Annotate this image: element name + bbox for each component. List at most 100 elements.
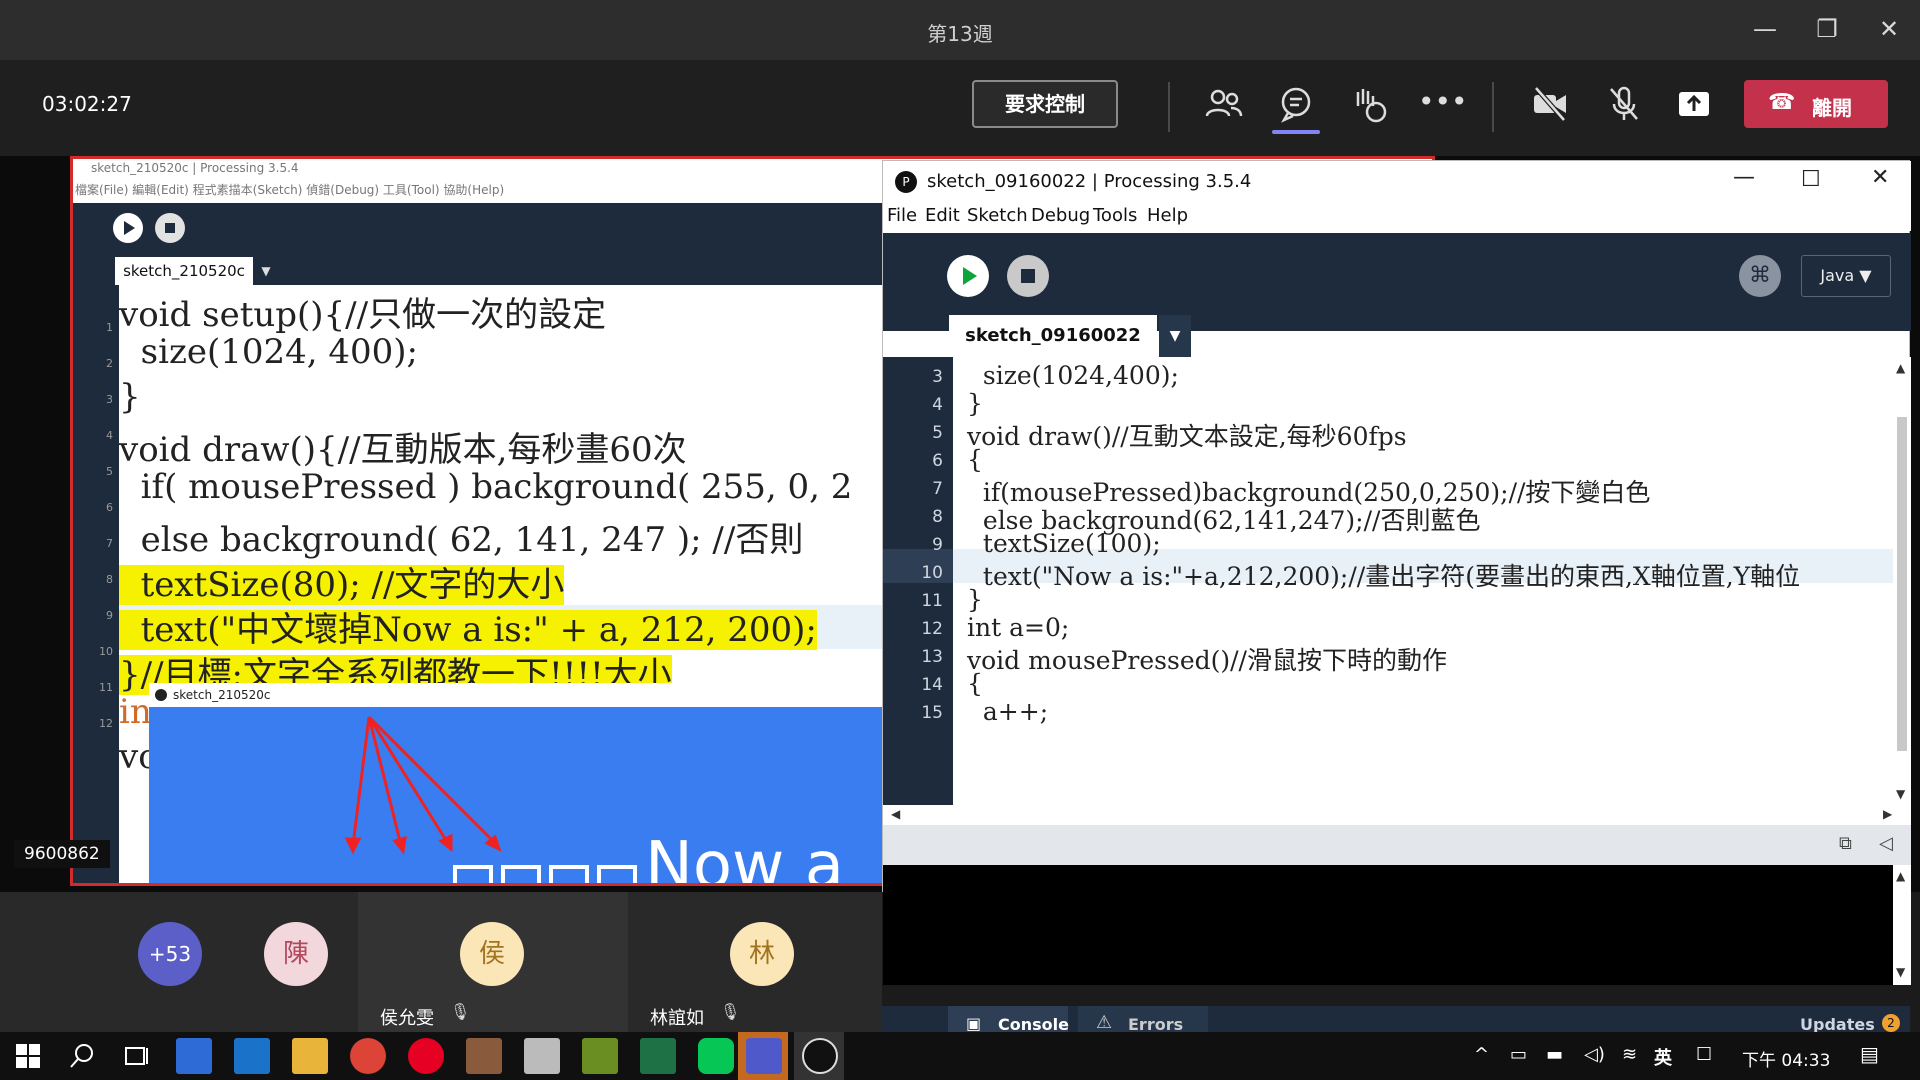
- scroll-right-icon[interactable]: ▶: [1883, 807, 1892, 821]
- stop-icon: [1021, 269, 1035, 283]
- close-icon[interactable]: ✕: [1871, 165, 1889, 190]
- pinterest-icon[interactable]: [408, 1038, 444, 1074]
- menu-tools[interactable]: Tools: [1093, 205, 1137, 226]
- sketch-tab[interactable]: sketch_09160022: [949, 315, 1157, 357]
- menu-edit[interactable]: Edit: [925, 205, 960, 226]
- share-tray-icon[interactable]: [1672, 82, 1716, 126]
- highlighted-code: textSize(80); //文字的大小: [119, 565, 565, 605]
- shared-tab-menu-icon: ▼: [253, 257, 279, 285]
- participant-name: 侯允雯: [380, 1008, 434, 1029]
- processing-icon[interactable]: [802, 1038, 838, 1074]
- menu-debug[interactable]: Debug: [1031, 205, 1090, 226]
- excel-icon[interactable]: [640, 1038, 676, 1074]
- toolbar-divider: [1168, 82, 1170, 132]
- scroll-up-icon[interactable]: ▲: [1896, 869, 1905, 883]
- mic-muted-icon[interactable]: [1602, 82, 1646, 126]
- chrome-icon[interactable]: [350, 1038, 386, 1074]
- editor-horizontal-scrollbar[interactable]: ◀ ▶: [883, 805, 1911, 825]
- minecraft-icon[interactable]: [582, 1038, 618, 1074]
- warning-icon: ⚠: [1096, 1012, 1113, 1033]
- mic-muted-icon: 🎙: [720, 1002, 741, 1021]
- code-line: }: [967, 389, 983, 418]
- meeting-toolbar: 03:02:27 要求控制 ••• ☎ 離開: [0, 60, 1920, 156]
- line-number: 8: [106, 573, 113, 586]
- scroll-left-icon[interactable]: ◀: [891, 807, 900, 821]
- scroll-up-icon[interactable]: ▲: [1896, 361, 1905, 375]
- code-line: {: [967, 445, 983, 474]
- mic-muted-icon: 🎙: [450, 1002, 471, 1021]
- code-line: int a=0;: [967, 613, 1070, 642]
- stop-button[interactable]: [1007, 255, 1049, 297]
- code-line: void mousePressed()//滑鼠按下時的動作: [967, 646, 1447, 675]
- ime-indicator[interactable]: 英: [1654, 1044, 1672, 1070]
- annotation-arrows: [344, 715, 502, 855]
- volume-icon[interactable]: ◁): [1584, 1044, 1605, 1065]
- file-explorer-icon[interactable]: [292, 1038, 328, 1074]
- editor-vertical-scrollbar[interactable]: ▲ ▼: [1893, 357, 1911, 805]
- code-editor[interactable]: size(1024,400); } void draw()//互動文本設定,每秒…: [953, 357, 1893, 805]
- tab-menu-icon[interactable]: ▼: [1159, 315, 1191, 357]
- roblox-icon[interactable]: [524, 1038, 560, 1074]
- task-view-icon[interactable]: [118, 1038, 154, 1074]
- chat-icon[interactable]: [1274, 82, 1318, 126]
- code-line: text("中文壞掉Now a is:" + a, 212, 200);: [119, 602, 817, 651]
- debug-mode-icon[interactable]: ⌘: [1739, 255, 1781, 297]
- windows-start-icon[interactable]: [10, 1038, 46, 1074]
- participant-tile[interactable]: 林 林誼如 🎙: [628, 892, 882, 1032]
- maximize-icon[interactable]: ☐: [1801, 167, 1821, 192]
- restore-icon[interactable]: ❐: [1812, 14, 1842, 44]
- minimize-icon[interactable]: —: [1750, 14, 1780, 44]
- scrollbar-thumb[interactable]: [1897, 417, 1907, 751]
- teams-icon[interactable]: [746, 1038, 782, 1074]
- code-line: textSize(100);: [967, 529, 1161, 558]
- menu-help[interactable]: Help: [1147, 205, 1188, 226]
- more-participants-badge[interactable]: +53: [138, 922, 202, 986]
- avatar: 陳: [264, 922, 328, 986]
- mail-icon[interactable]: [234, 1038, 270, 1074]
- meeting-title: 第13週: [927, 22, 993, 46]
- participant-tile[interactable]: 侯 侯允雯 🎙: [358, 892, 628, 1032]
- participant-tile[interactable]: +53 陳: [0, 892, 358, 1032]
- reactions-icon[interactable]: [1346, 82, 1390, 126]
- mode-selector[interactable]: Java ▼: [1801, 255, 1891, 297]
- request-control-button[interactable]: 要求控制: [972, 80, 1118, 128]
- meet-now-icon[interactable]: ▭: [1510, 1044, 1527, 1065]
- line-app-icon[interactable]: [698, 1038, 734, 1074]
- code-line: void draw()//互動文本設定,每秒60fps: [967, 422, 1407, 451]
- system-clock[interactable]: 下午 04:33: [1742, 1046, 1830, 1071]
- console-icon: ▣: [966, 1014, 982, 1033]
- code-line: else background( 62, 141, 247 ); //否則: [119, 520, 804, 560]
- store-icon[interactable]: [176, 1038, 212, 1074]
- battery-icon[interactable]: ▬: [1546, 1044, 1563, 1065]
- line-number: 7: [106, 537, 113, 550]
- collapse-icon[interactable]: ◁: [1879, 833, 1893, 854]
- game-app-icon[interactable]: [466, 1038, 502, 1074]
- camera-off-icon[interactable]: [1528, 82, 1572, 126]
- ime-mode-icon[interactable]: ☐: [1696, 1044, 1712, 1065]
- copy-icon[interactable]: ⧉: [1839, 833, 1852, 854]
- leave-button[interactable]: ☎ 離開: [1744, 80, 1888, 128]
- line-number: 15: [921, 703, 943, 723]
- line-number: 6: [932, 451, 943, 471]
- line-number: 3: [932, 367, 943, 387]
- menu-file[interactable]: File: [887, 205, 917, 226]
- line-number: 3: [106, 393, 113, 406]
- minimize-icon[interactable]: —: [1733, 165, 1755, 190]
- tray-overflow-icon[interactable]: ^: [1474, 1044, 1489, 1065]
- wifi-icon[interactable]: ≋: [1622, 1044, 1637, 1065]
- scroll-down-icon[interactable]: ▼: [1896, 787, 1905, 801]
- scroll-down-icon[interactable]: ▼: [1896, 965, 1905, 979]
- menu-sketch[interactable]: Sketch: [967, 205, 1028, 226]
- avatar: 侯: [460, 922, 524, 986]
- shared-run-button: [113, 213, 143, 243]
- notification-icon[interactable]: ▤: [1860, 1042, 1879, 1066]
- more-options-icon[interactable]: •••: [1418, 82, 1468, 126]
- console-output[interactable]: [883, 865, 1893, 985]
- run-button[interactable]: [947, 255, 989, 297]
- participants-icon[interactable]: [1202, 82, 1246, 126]
- line-number: 7: [932, 479, 943, 499]
- close-icon[interactable]: ✕: [1874, 14, 1904, 44]
- search-icon[interactable]: [64, 1038, 100, 1074]
- participant-name: 林誼如: [650, 1008, 704, 1029]
- console-scrollbar[interactable]: ▲ ▼: [1893, 865, 1911, 985]
